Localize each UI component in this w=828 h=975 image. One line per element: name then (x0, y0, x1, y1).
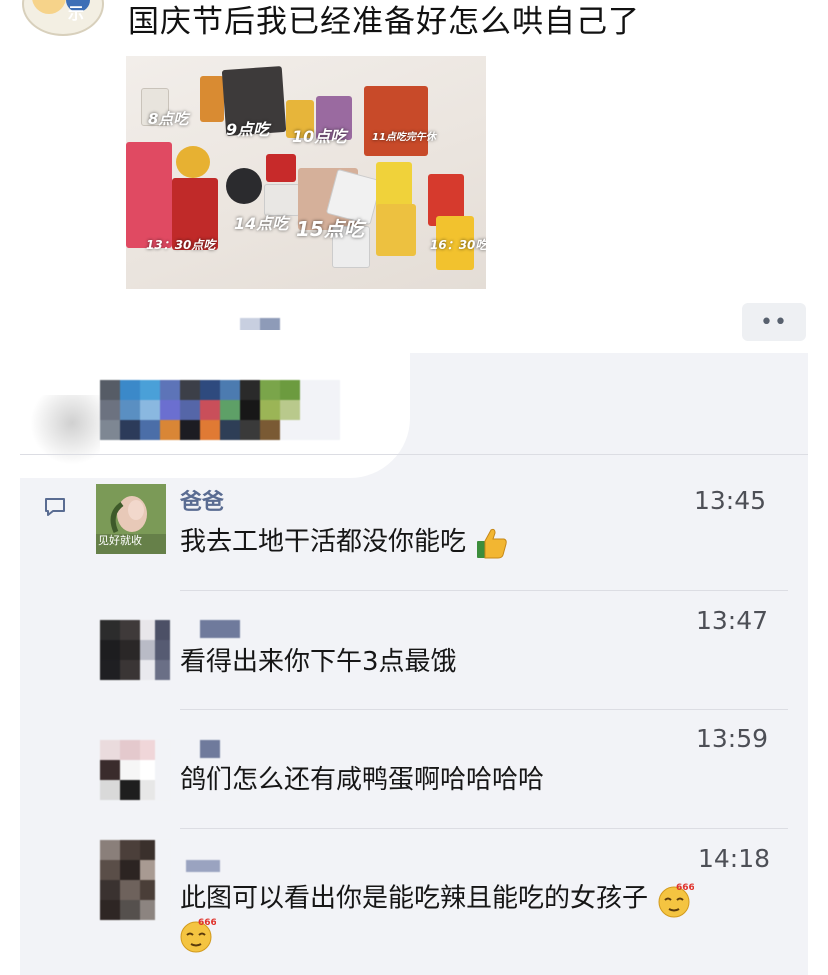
comment-avatar[interactable] (100, 740, 170, 800)
thumbs-up-icon (477, 528, 508, 558)
photo-label-11: 11点吃完午休 (372, 132, 436, 143)
photo-label-14: 14点吃 (234, 214, 289, 233)
comment-time: 13:45 (694, 486, 767, 515)
comment-text: 鸽们怎么还有咸鸭蛋啊哈哈哈哈 (180, 765, 545, 795)
avatar-caption: 见好就收 (98, 534, 142, 547)
photo-label-1330: 13：30点吃 (146, 238, 216, 252)
photo-label-8: 8点吃 (148, 110, 189, 128)
post-photo[interactable]: 8点吃 9点吃 10点吃 11点吃完午休 13：30点吃 14点吃 15点吃 1… (126, 56, 486, 289)
comment-author[interactable] (200, 620, 240, 638)
comment-text: 我去工地干活都没你能吃 (180, 525, 510, 560)
comment-avatar[interactable]: 见好就收 (96, 484, 166, 554)
svg-text:666: 666 (198, 918, 216, 928)
comment-time: 13:59 (696, 724, 769, 753)
comment-avatar[interactable] (100, 620, 170, 680)
photo-label-9: 9点吃 (226, 120, 270, 139)
comment-icon (45, 498, 65, 516)
comment-avatar[interactable] (100, 840, 170, 920)
666-emoji-icon: 666 (658, 883, 694, 918)
more-actions-button[interactable]: •• (742, 303, 806, 341)
photo-label-10: 10点吃 (292, 127, 347, 146)
comment-time: 14:18 (698, 844, 771, 873)
comment-author[interactable]: 爸爸 (180, 484, 224, 516)
photo-label-1630: 16：30吃 (430, 238, 486, 252)
post-text: 国庆节后我已经准备好怎么哄自己了 (128, 4, 640, 40)
likes-avatars (100, 380, 340, 440)
comment-author[interactable] (186, 860, 220, 872)
comment-text: 此图可以看出你是能吃辣且能吃的女孩子 666 (180, 880, 780, 918)
comment-author[interactable] (200, 740, 220, 758)
more-dots-icon: •• (760, 309, 788, 335)
svg-text:666: 666 (676, 883, 694, 893)
666-emoji-icon: 666 (180, 918, 216, 953)
poster-avatar[interactable]: 示 (22, 0, 104, 36)
comment-text: 看得出来你下午3点最饿 (180, 647, 457, 677)
comment-time: 13:47 (696, 606, 769, 635)
photo-label-15: 15点吃 (296, 217, 364, 241)
